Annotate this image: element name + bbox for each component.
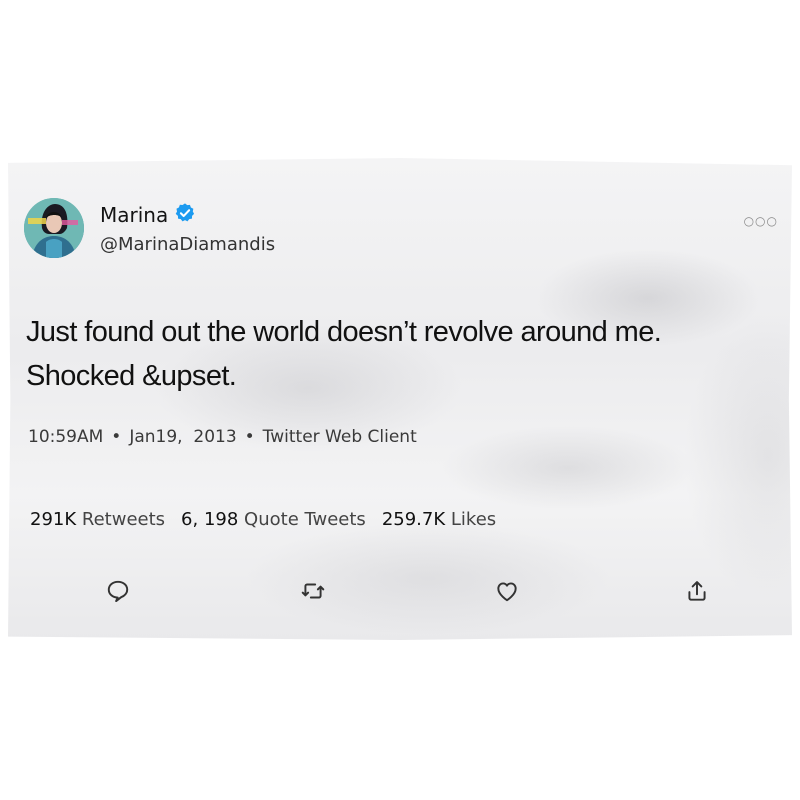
verified-badge-icon <box>174 202 196 228</box>
tweet-header: Marina @MarinaDiamandis <box>24 198 275 258</box>
tweet-client[interactable]: Twitter Web Client <box>263 427 417 447</box>
tweet-stats: 291K Retweets 6, 198 Quote Tweets 259.7K… <box>30 509 496 530</box>
likes-count: 259.7K <box>381 509 446 530</box>
user-names: Marina @MarinaDiamandis <box>100 202 275 255</box>
share-button[interactable] <box>682 578 712 608</box>
more-options-icon[interactable]: ○○○ <box>744 214 778 228</box>
retweets-count: 291K <box>30 509 77 530</box>
like-icon <box>494 578 520 608</box>
retweets-label: Retweets <box>81 509 166 530</box>
product-image: Marina @MarinaDiamandis ○○○ Just found o… <box>0 0 800 800</box>
tweet-text: Just found out the world doesn’t revolve… <box>26 316 662 392</box>
quote-tweets-label: Quote Tweets <box>244 509 366 530</box>
profile-avatar[interactable] <box>24 198 84 258</box>
reply-button[interactable] <box>103 578 133 608</box>
quote-tweets-count: 6, 198 <box>181 509 239 530</box>
reply-icon <box>105 578 131 608</box>
tweet-actions <box>0 578 800 614</box>
tweet-date[interactable]: Jan19, 2013 <box>129 427 236 447</box>
share-icon <box>684 578 710 608</box>
user-handle[interactable]: @MarinaDiamandis <box>100 234 275 255</box>
retweet-icon <box>300 578 326 608</box>
retweets-stat[interactable]: 291K Retweets <box>30 509 165 530</box>
quote-tweets-stat[interactable]: 6, 198 Quote Tweets <box>181 509 366 530</box>
likes-label: Likes <box>450 509 497 530</box>
meta-separator: • <box>244 427 255 447</box>
display-name[interactable]: Marina <box>100 202 168 228</box>
tweet-meta: 10:59AM • Jan19, 2013 • Twitter Web Clie… <box>28 427 417 447</box>
retweet-button[interactable] <box>298 578 328 608</box>
tweet-time[interactable]: 10:59AM <box>28 427 103 447</box>
likes-stat[interactable]: 259.7K Likes <box>382 509 496 530</box>
meta-separator: • <box>111 427 122 447</box>
display-name-row: Marina <box>100 202 275 228</box>
like-button[interactable] <box>492 578 522 608</box>
